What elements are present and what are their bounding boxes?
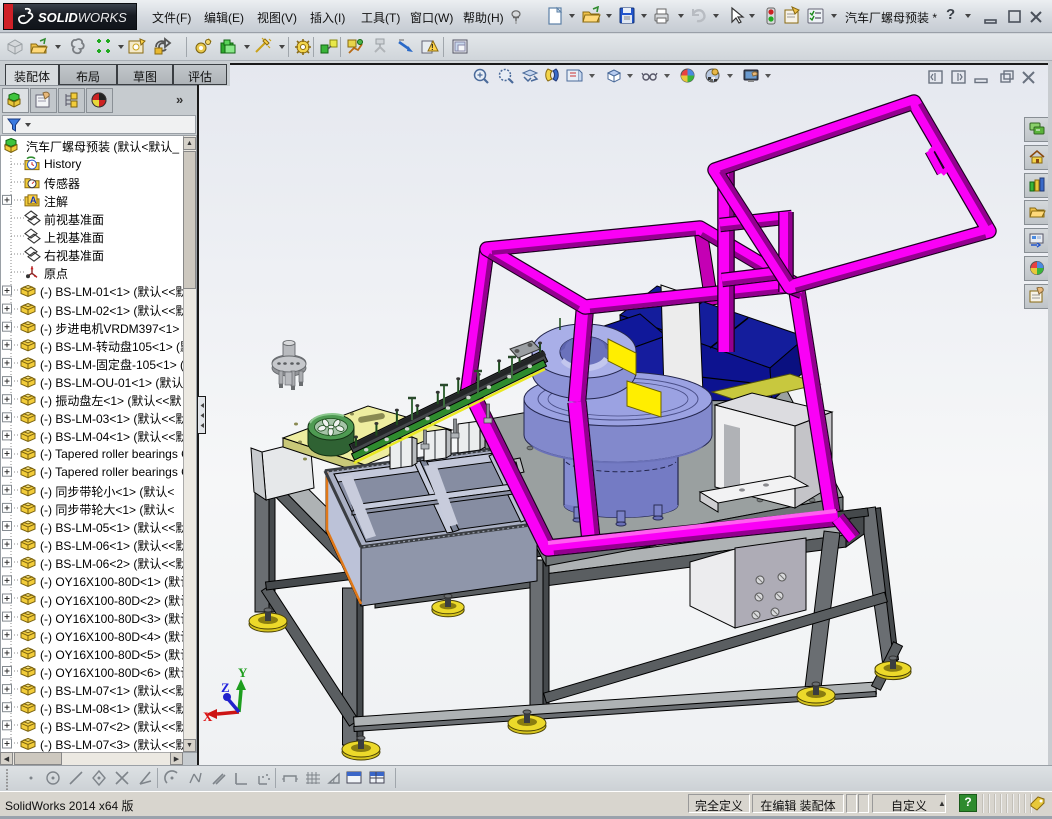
svg-text:X: X [203, 709, 213, 724]
svg-text:Y: Y [238, 665, 248, 680]
svg-text:Z: Z [221, 680, 230, 695]
svg-text:!: ! [431, 43, 434, 52]
svg-text:A: A [30, 195, 37, 205]
